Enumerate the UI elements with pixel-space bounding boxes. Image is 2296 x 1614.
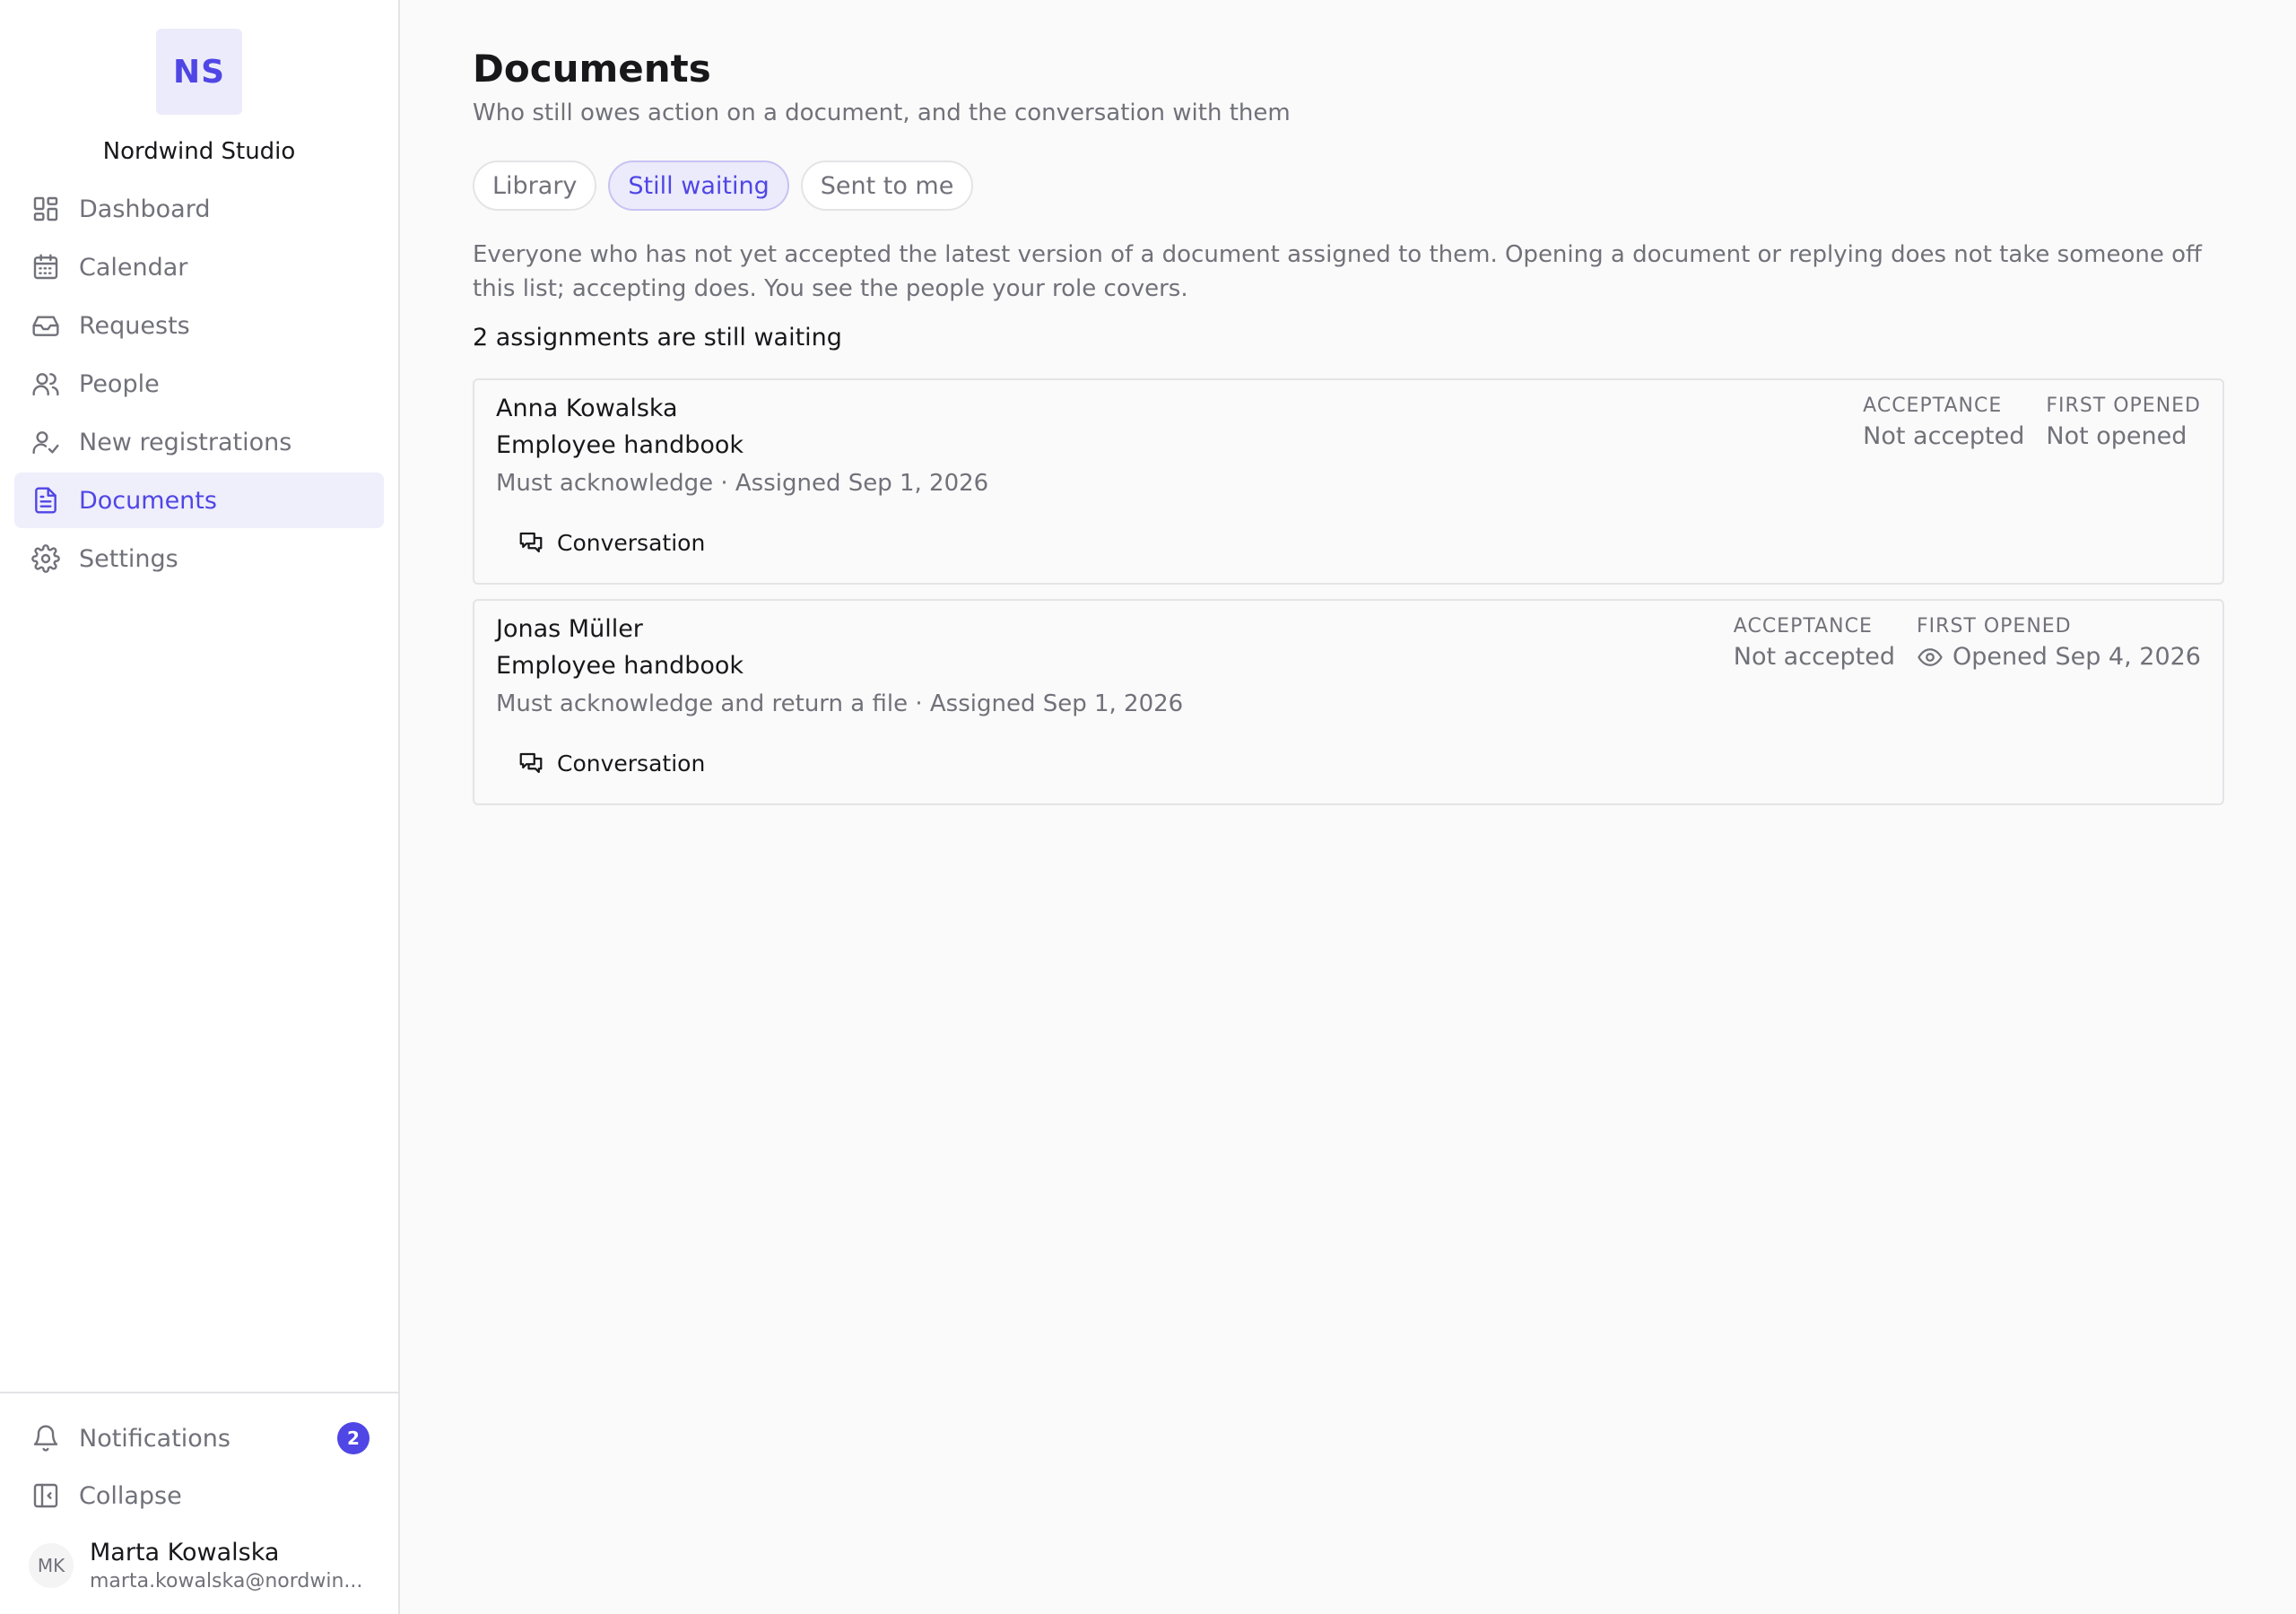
- conversation-button[interactable]: Conversation: [496, 518, 705, 567]
- acceptance-label: ACCEPTANCE: [1733, 615, 1873, 638]
- acceptance-value: Not accepted: [1863, 422, 2025, 450]
- first-opened-column: FIRST OPENED Opened Sep 4, 2026: [1917, 615, 2201, 671]
- page-title: Documents: [473, 47, 711, 91]
- chat-icon: [519, 532, 543, 553]
- assignment-meta: Must acknowledge and return a file · Ass…: [496, 690, 1184, 717]
- sidebar-item-dashboard[interactable]: Dashboard: [14, 181, 384, 237]
- assignment-status: ACCEPTANCE Not accepted FIRST OPENED Not…: [1841, 395, 2201, 450]
- user-check-icon: [30, 427, 61, 457]
- first-opened-value: Not opened: [2046, 422, 2187, 450]
- dashboard-icon: [30, 194, 61, 224]
- assignment-card: Jonas Müller Employee handbook Must ackn…: [473, 599, 2224, 805]
- notifications-label: Notifications: [79, 1424, 230, 1453]
- eye-icon: [1918, 647, 1943, 666]
- assignment-meta: Must acknowledge · Assigned Sep 1, 2026: [496, 470, 989, 497]
- collapse-label: Collapse: [79, 1481, 182, 1510]
- calendar-icon: [30, 252, 61, 282]
- gear-icon: [30, 543, 61, 574]
- first-opened-label: FIRST OPENED: [1917, 615, 2072, 638]
- org-logo: NS: [156, 29, 242, 115]
- acceptance-value: Not accepted: [1733, 643, 1896, 671]
- chat-icon: [519, 752, 543, 774]
- first-opened-column: FIRST OPENED Not opened: [2046, 395, 2201, 450]
- page-subtitle: Who still owes action on a document, and…: [473, 100, 1291, 126]
- sidebar-item-label: New registrations: [79, 428, 292, 456]
- first-opened-value: Opened Sep 4, 2026: [1917, 643, 2201, 671]
- sidebar: NS Nordwind Studio Dashboard Calendar Re…: [0, 0, 400, 1614]
- assignment-status: ACCEPTANCE Not accepted FIRST OPENED Ope…: [1712, 615, 2201, 671]
- sidebar-item-label: Requests: [79, 311, 190, 340]
- people-icon: [30, 369, 61, 399]
- main-content: Documents Who still owes action on a doc…: [400, 0, 2296, 1614]
- tab-still-waiting[interactable]: Still waiting: [608, 161, 789, 211]
- inbox-icon: [30, 310, 61, 341]
- sidebar-nav: Dashboard Calendar Requests People New r…: [0, 181, 398, 589]
- assignment-card: Anna Kowalska Employee handbook Must ack…: [473, 378, 2224, 585]
- tab-sent-to-me[interactable]: Sent to me: [800, 161, 974, 211]
- app-root: NS Nordwind Studio Dashboard Calendar Re…: [0, 0, 2296, 1614]
- sidebar-item-label: Documents: [79, 486, 217, 515]
- sidebar-item-label: Calendar: [79, 253, 188, 282]
- acceptance-column: ACCEPTANCE Not accepted: [1734, 615, 1895, 671]
- tab-bar: Library Still waiting Sent to me: [473, 161, 2224, 211]
- sidebar-item-label: Settings: [79, 544, 178, 573]
- document-icon: [30, 485, 61, 516]
- sidebar-item-calendar[interactable]: Calendar: [14, 239, 384, 295]
- sidebar-item-label: People: [79, 369, 160, 398]
- first-opened-label: FIRST OPENED: [2046, 395, 2201, 417]
- brand: NS Nordwind Studio: [0, 0, 398, 165]
- bell-icon: [30, 1423, 61, 1453]
- user-menu[interactable]: MK Marta Kowalska marta.kowalska@nordwin…: [14, 1530, 384, 1592]
- acceptance-column: ACCEPTANCE Not accepted: [1863, 395, 2024, 450]
- sidebar-item-documents[interactable]: Documents: [14, 473, 384, 528]
- sidebar-item-label: Dashboard: [79, 195, 211, 223]
- sidebar-item-people[interactable]: People: [14, 356, 384, 412]
- user-info: Marta Kowalska marta.kowalska@nordwin...: [90, 1539, 368, 1592]
- tab-description: Everyone who has not yet accepted the la…: [473, 241, 2202, 302]
- notifications-button[interactable]: Notifications 2: [14, 1410, 384, 1467]
- sidebar-item-requests[interactable]: Requests: [14, 298, 384, 353]
- tab-library[interactable]: Library: [473, 161, 597, 211]
- sidebar-item-new-registrations[interactable]: New registrations: [14, 414, 384, 470]
- org-name: Nordwind Studio: [102, 138, 296, 165]
- user-email: marta.kowalska@nordwin...: [90, 1570, 363, 1592]
- avatar: MK: [29, 1543, 74, 1588]
- collapse-button[interactable]: Collapse: [14, 1467, 384, 1524]
- first-opened-text: Opened Sep 4, 2026: [1952, 643, 2201, 671]
- conversation-label: Conversation: [557, 750, 706, 777]
- conversation-label: Conversation: [557, 529, 706, 556]
- sidebar-item-settings[interactable]: Settings: [14, 531, 384, 586]
- waiting-count: 2 assignments are still waiting: [473, 324, 842, 351]
- acceptance-label: ACCEPTANCE: [1863, 395, 2003, 417]
- notifications-count-badge: 2: [337, 1422, 370, 1454]
- conversation-button[interactable]: Conversation: [496, 739, 705, 787]
- sidebar-footer: Notifications 2 Collapse MK Marta Kowals…: [0, 1392, 398, 1614]
- user-name: Marta Kowalska: [90, 1539, 280, 1566]
- collapse-sidebar-icon: [30, 1480, 61, 1511]
